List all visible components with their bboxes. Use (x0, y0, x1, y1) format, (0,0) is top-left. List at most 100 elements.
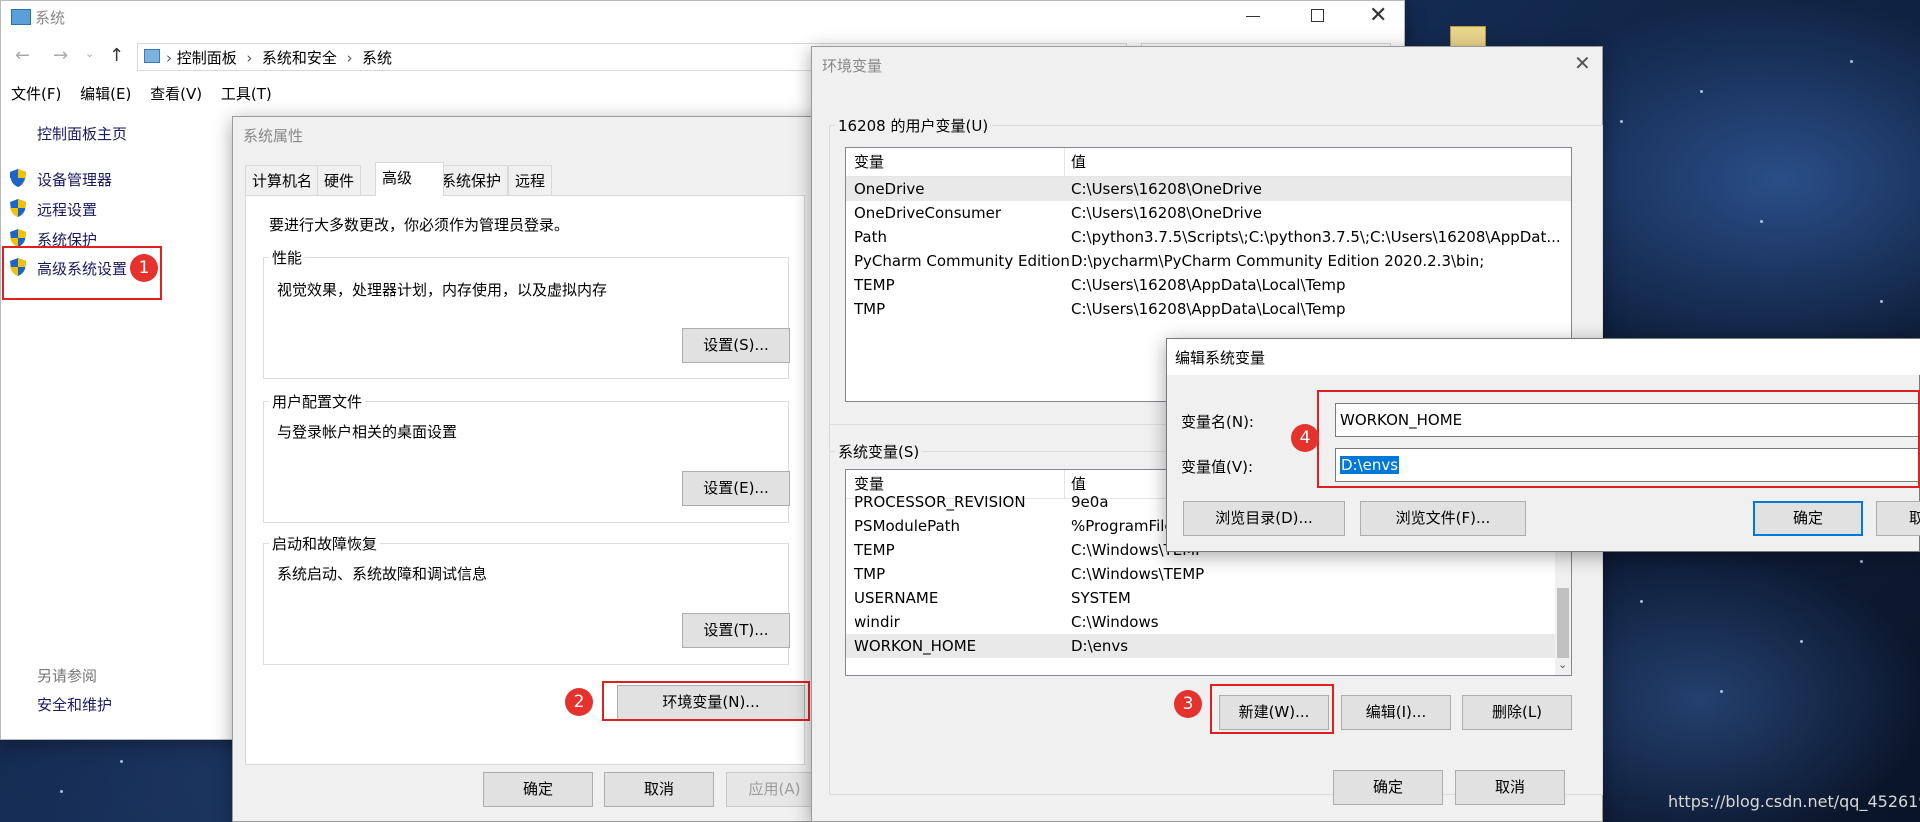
table-row[interactable]: windir C:\Windows (846, 610, 1571, 634)
breadcrumb: › 控制面板 › 系统和安全 › 系统 (166, 47, 392, 68)
editvar-ok-button[interactable]: 确定 (1753, 501, 1863, 536)
row-name: PSModulePath (854, 517, 961, 535)
sysprops-ok-button[interactable]: 确定 (483, 772, 593, 807)
forward-arrow-icon[interactable]: → (53, 45, 68, 66)
row-value: C:\Windows\TEMP (1071, 565, 1205, 583)
menu-edit[interactable]: 编辑(E) (80, 85, 131, 103)
sysprops-apply-button[interactable]: 应用(A) (726, 772, 823, 807)
sidebar-item-remote-settings[interactable]: 远程设置 (37, 199, 97, 220)
scrollbar[interactable]: ⌄ (1555, 550, 1571, 675)
admin-note: 要进行大多数更改，你必须作为管理员登录。 (269, 216, 570, 234)
table-row[interactable]: PyCharm Community Edition D:\pycharm\PyC… (846, 249, 1571, 273)
menu-bar: 文件(F) 编辑(E) 查看(V) 工具(T) (11, 83, 272, 104)
chevron-down-icon[interactable]: ⌄ (1558, 658, 1567, 671)
table-row[interactable]: USERNAME SYSTEM (846, 586, 1571, 610)
startup-recovery-title: 启动和故障恢复 (269, 533, 381, 554)
row-name: PROCESSOR_REVISION (854, 493, 1026, 511)
column-variable[interactable]: 变量 (854, 148, 884, 176)
performance-settings-button[interactable]: 设置(S)... (682, 328, 790, 363)
tab-hardware[interactable]: 硬件 (317, 165, 362, 196)
column-separator (1064, 148, 1065, 176)
table-row[interactable]: Path C:\python3.7.5\Scripts\;C:\python3.… (846, 225, 1571, 249)
user-profile-settings-button[interactable]: 设置(E)... (682, 471, 790, 506)
variable-value-label: 变量值(V): (1181, 458, 1254, 476)
tab-bar: 计算机名 硬件 高级 系统保护 远程 (245, 162, 805, 196)
window-title: 系统 (35, 9, 66, 27)
browse-file-button[interactable]: 浏览文件(F)... (1360, 501, 1526, 536)
row-name: WORKON_HOME (854, 637, 977, 655)
highlight-box-2 (602, 681, 810, 721)
row-name: TMP (854, 565, 886, 583)
breadcrumb-sep: › (341, 49, 358, 67)
step-badge-3: 3 (1174, 690, 1202, 718)
dialog-title: 环境变量 (822, 57, 883, 75)
breadcrumb-item[interactable]: 系统 (362, 49, 392, 67)
maximize-button[interactable] (1311, 9, 1324, 22)
row-name: TEMP (854, 276, 895, 294)
startup-recovery-settings-button[interactable]: 设置(T)... (682, 613, 790, 648)
startup-recovery-desc: 系统启动、系统故障和调试信息 (277, 565, 488, 583)
browse-directory-button[interactable]: 浏览目录(D)... (1183, 501, 1345, 536)
sysprops-cancel-button[interactable]: 取消 (604, 772, 714, 807)
table-row[interactable]: TEMP C:\Users\16208\AppData\Local\Temp (846, 273, 1571, 297)
breadcrumb-item[interactable]: 控制面板 (177, 49, 237, 67)
tab-remote[interactable]: 远程 (508, 165, 553, 196)
breadcrumb-item[interactable]: 系统和安全 (262, 49, 337, 67)
back-arrow-icon[interactable]: ← (15, 45, 30, 66)
up-arrow-icon[interactable]: ↑ (109, 45, 124, 66)
shield-icon (10, 229, 26, 247)
shield-icon (10, 169, 26, 187)
list-header: 变量 值 (846, 148, 1571, 177)
table-row[interactable]: OneDriveConsumer C:\Users\16208\OneDrive (846, 201, 1571, 225)
envvars-cancel-button[interactable]: 取消 (1455, 770, 1565, 805)
user-profile-desc: 与登录帐户相关的桌面设置 (277, 423, 458, 441)
tab-system-protection[interactable]: 系统保护 (434, 165, 509, 196)
system-variables-title: 系统变量(S) (835, 441, 923, 462)
row-name: windir (854, 613, 900, 631)
security-maintenance-link[interactable]: 安全和维护 (37, 694, 112, 715)
edit-variable-button[interactable]: 编辑(I)... (1341, 695, 1451, 730)
close-icon[interactable]: ✕ (1574, 51, 1591, 75)
table-row[interactable]: WORKON_HOME D:\envs (846, 634, 1571, 658)
delete-variable-button[interactable]: 删除(L) (1462, 695, 1572, 730)
step-badge-1: 1 (130, 254, 158, 282)
row-name: PyCharm Community Edition (854, 252, 1070, 270)
shield-icon (10, 199, 26, 217)
tab-computer-name[interactable]: 计算机名 (245, 165, 320, 196)
breadcrumb-sep: › (166, 49, 172, 67)
row-name: USERNAME (854, 589, 939, 607)
performance-desc: 视觉效果，处理器计划，内存使用，以及虚拟内存 (277, 281, 608, 299)
envvars-ok-button[interactable]: 确定 (1333, 770, 1443, 805)
sidebar-home-link[interactable]: 控制面板主页 (37, 123, 127, 144)
highlight-box-3 (1210, 684, 1334, 734)
close-button[interactable]: ✕ (1369, 3, 1387, 28)
row-value: C:\Users\16208\OneDrive (1071, 204, 1262, 222)
watermark: https://blog.csdn.net/qq_45261963 (1668, 792, 1920, 811)
menu-file[interactable]: 文件(F) (11, 85, 61, 103)
editvar-cancel-button[interactable]: 取 (1876, 501, 1920, 536)
row-value: C:\Windows (1071, 613, 1159, 631)
user-profile-title: 用户配置文件 (269, 391, 366, 412)
row-value: D:\envs (1071, 637, 1129, 655)
minimize-button[interactable] (1246, 16, 1260, 17)
row-value: C:\Users\16208\AppData\Local\Temp (1071, 300, 1346, 318)
menu-view[interactable]: 查看(V) (150, 85, 202, 103)
row-name: OneDrive (854, 180, 925, 198)
tab-advanced[interactable]: 高级 (375, 162, 444, 196)
breadcrumb-sep: › (241, 49, 258, 67)
chevron-down-icon[interactable]: ⌄ (85, 47, 94, 60)
menu-tools[interactable]: 工具(T) (221, 85, 272, 103)
see-also-title: 另请参阅 (37, 667, 98, 685)
table-row[interactable]: TMP C:\Windows\TEMP (846, 562, 1571, 586)
column-value[interactable]: 值 (1071, 148, 1086, 176)
row-name: OneDriveConsumer (854, 204, 1002, 222)
control-panel-icon (144, 49, 160, 63)
table-row[interactable]: OneDrive C:\Users\16208\OneDrive (846, 177, 1571, 201)
table-row[interactable]: TMP C:\Users\16208\AppData\Local\Temp (846, 297, 1571, 321)
sidebar-item-device-manager[interactable]: 设备管理器 (37, 169, 112, 190)
highlight-box-4 (1317, 390, 1920, 488)
scrollbar-thumb[interactable] (1557, 588, 1569, 658)
system-window-icon (11, 9, 31, 25)
variable-name-label: 变量名(N): (1181, 413, 1254, 431)
step-badge-4: 4 (1291, 424, 1319, 452)
